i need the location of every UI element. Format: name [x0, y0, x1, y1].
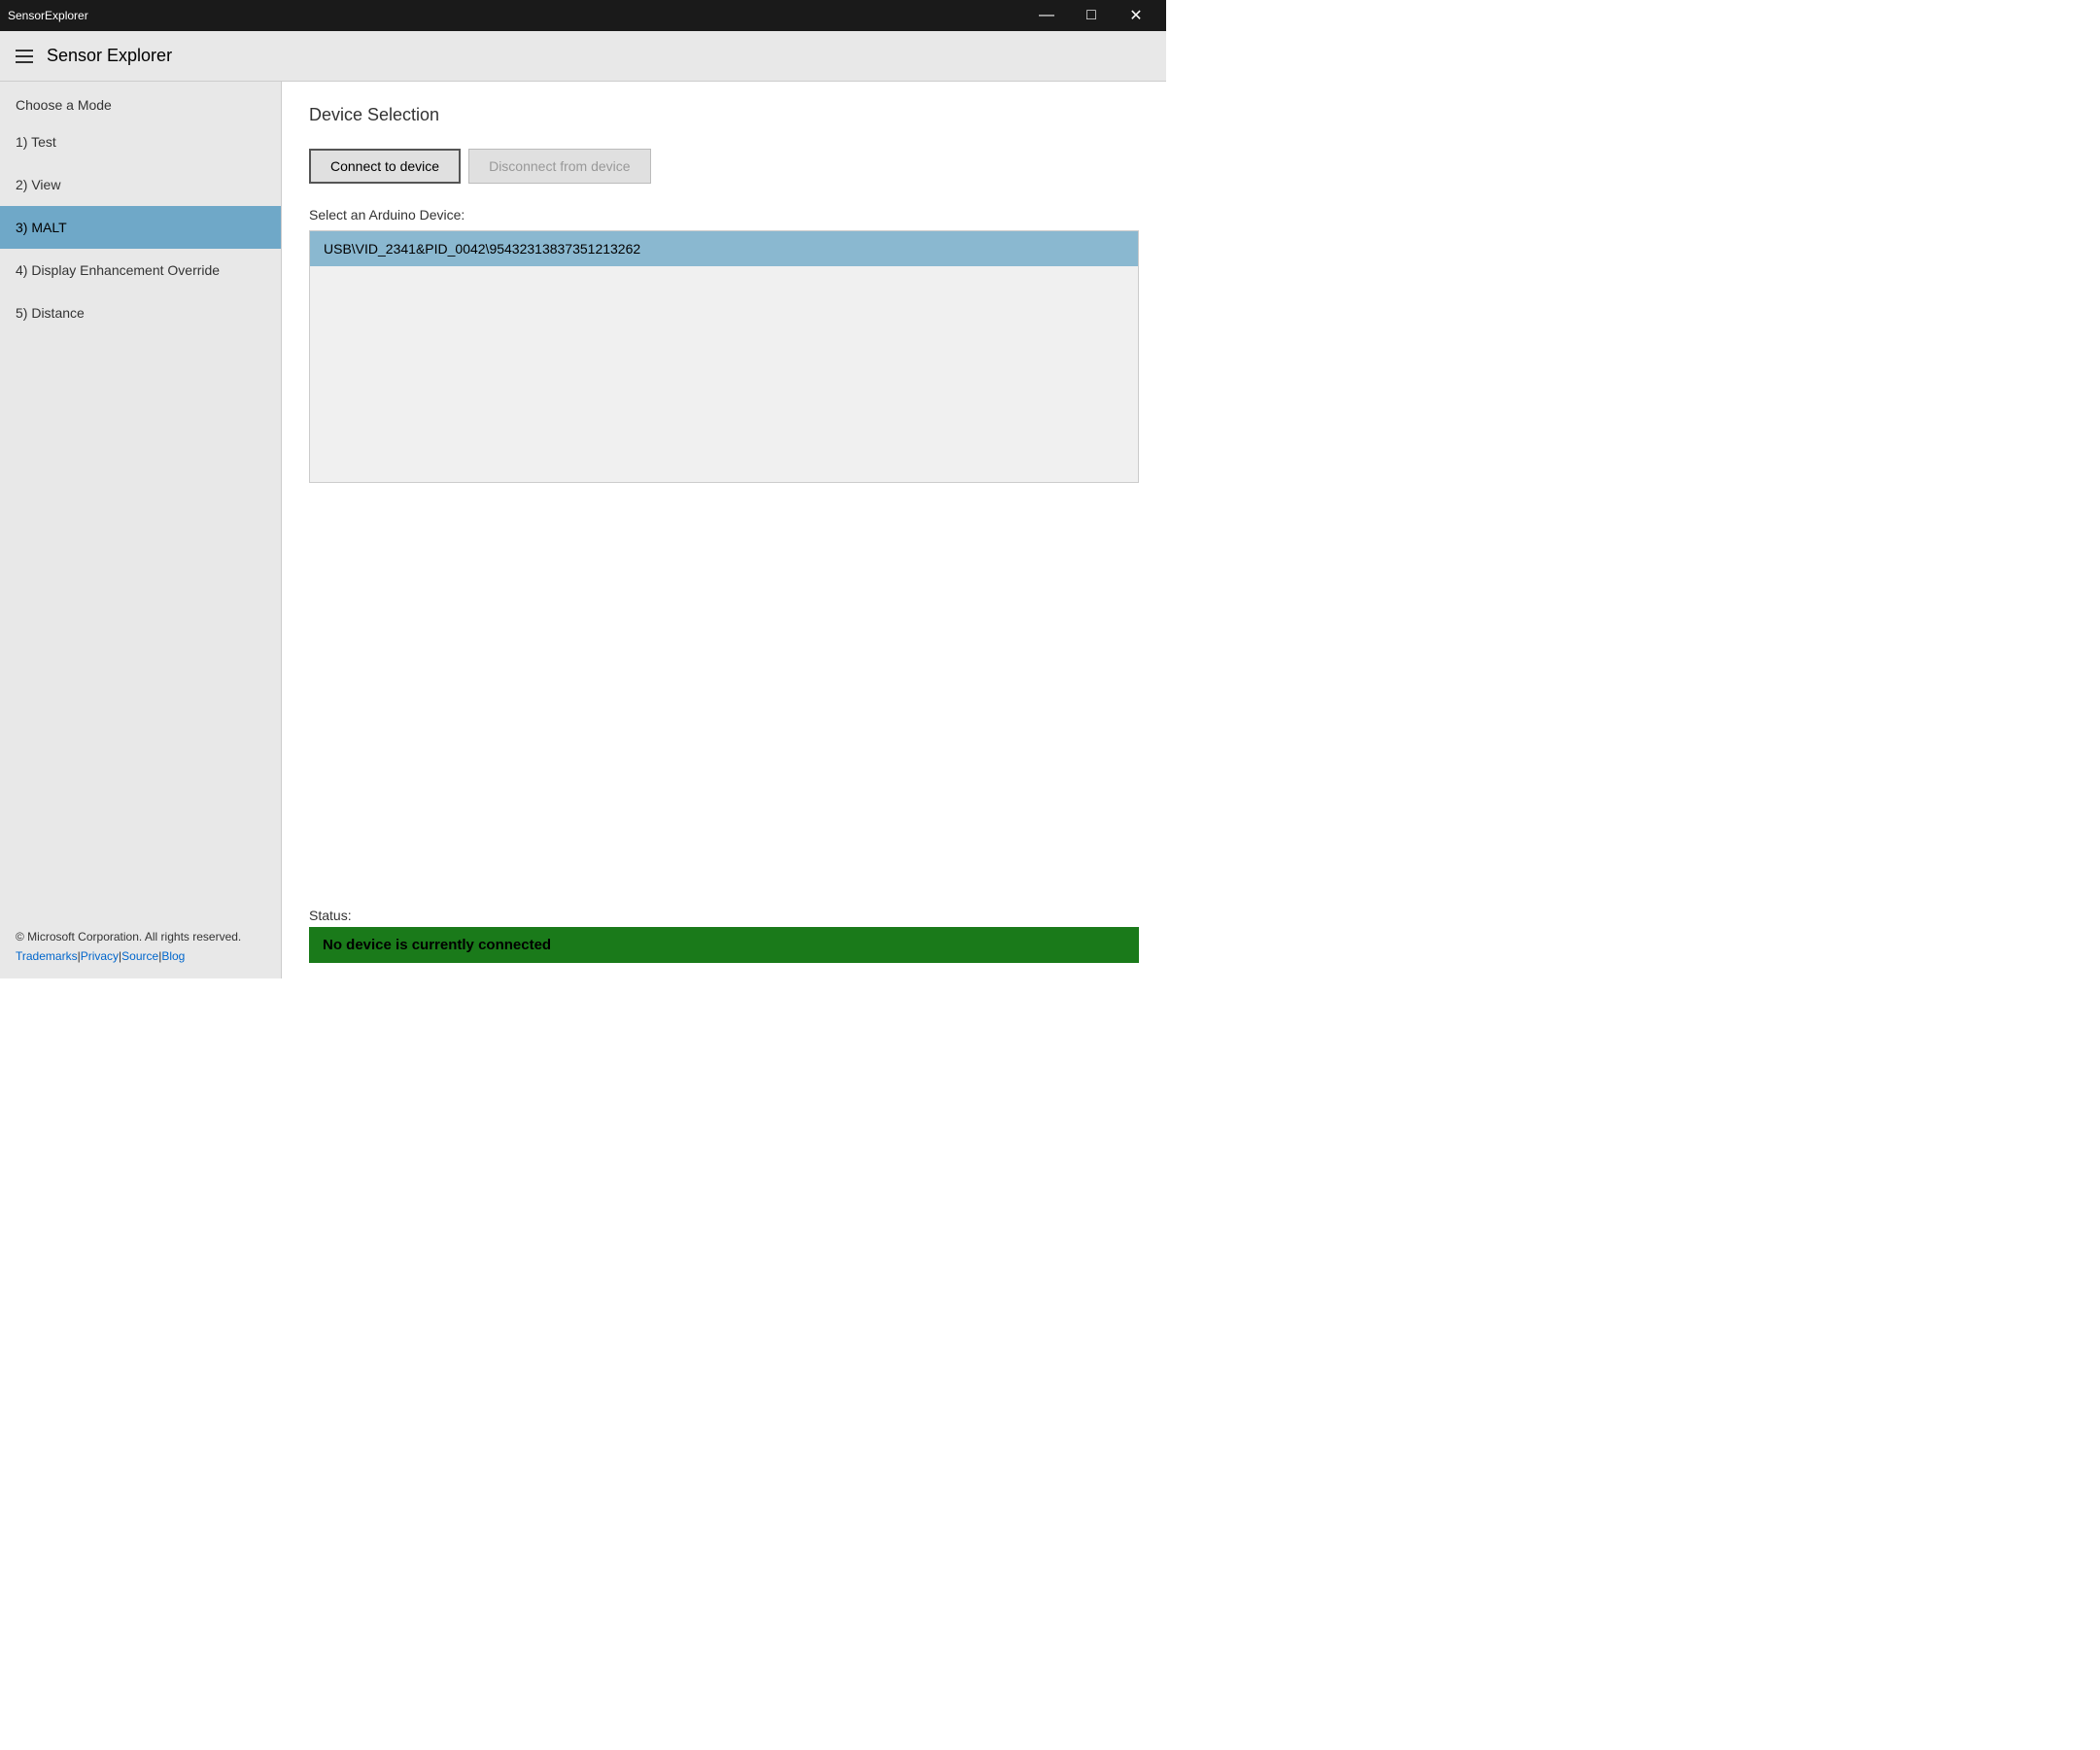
- sidebar: Choose a Mode 1) Test 2) View 3) MALT 4)…: [0, 82, 282, 978]
- status-bar: No device is currently connected: [309, 927, 1139, 963]
- connect-button[interactable]: Connect to device: [309, 149, 461, 184]
- source-link[interactable]: Source: [121, 949, 158, 963]
- sidebar-section-title: Choose a Mode: [0, 82, 281, 120]
- select-label: Select an Arduino Device:: [309, 207, 1139, 223]
- content-inner: Device Selection Connect to device Disco…: [282, 82, 1166, 908]
- list-item[interactable]: USB\VID_2341&PID_0042\954323138373512132…: [310, 231, 1138, 266]
- titlebar: SensorExplorer — □ ✕: [0, 0, 1166, 31]
- section-title: Device Selection: [309, 105, 1139, 125]
- titlebar-controls: — □ ✕: [1024, 0, 1158, 31]
- status-label: Status:: [309, 908, 1139, 923]
- blog-link[interactable]: Blog: [161, 949, 185, 963]
- close-button[interactable]: ✕: [1114, 0, 1158, 31]
- app-header: Sensor Explorer: [0, 31, 1166, 82]
- sidebar-item-test[interactable]: 1) Test: [0, 120, 281, 163]
- status-area: Status: No device is currently connected: [282, 908, 1166, 978]
- button-row: Connect to device Disconnect from device: [309, 149, 1139, 184]
- trademarks-link[interactable]: Trademarks: [16, 949, 78, 963]
- sidebar-item-view[interactable]: 2) View: [0, 163, 281, 206]
- titlebar-title: SensorExplorer: [8, 9, 88, 22]
- hamburger-icon[interactable]: [12, 46, 37, 67]
- sidebar-item-malt[interactable]: 3) MALT: [0, 206, 281, 249]
- privacy-link[interactable]: Privacy: [81, 949, 119, 963]
- app-title: Sensor Explorer: [47, 46, 172, 66]
- content-area: Device Selection Connect to device Disco…: [282, 82, 1166, 978]
- device-list: USB\VID_2341&PID_0042\954323138373512132…: [309, 230, 1139, 483]
- copyright-text: © Microsoft Corporation. All rights rese…: [16, 930, 265, 944]
- sidebar-links: Trademarks|Privacy|Source|Blog: [16, 949, 265, 963]
- sidebar-footer: © Microsoft Corporation. All rights rese…: [0, 914, 281, 978]
- disconnect-button: Disconnect from device: [468, 149, 651, 184]
- sidebar-item-display-enhancement-override[interactable]: 4) Display Enhancement Override: [0, 249, 281, 292]
- sidebar-item-distance[interactable]: 5) Distance: [0, 292, 281, 334]
- status-text: No device is currently connected: [323, 937, 551, 953]
- maximize-button[interactable]: □: [1069, 0, 1114, 31]
- minimize-button[interactable]: —: [1024, 0, 1069, 31]
- main-layout: Choose a Mode 1) Test 2) View 3) MALT 4)…: [0, 82, 1166, 978]
